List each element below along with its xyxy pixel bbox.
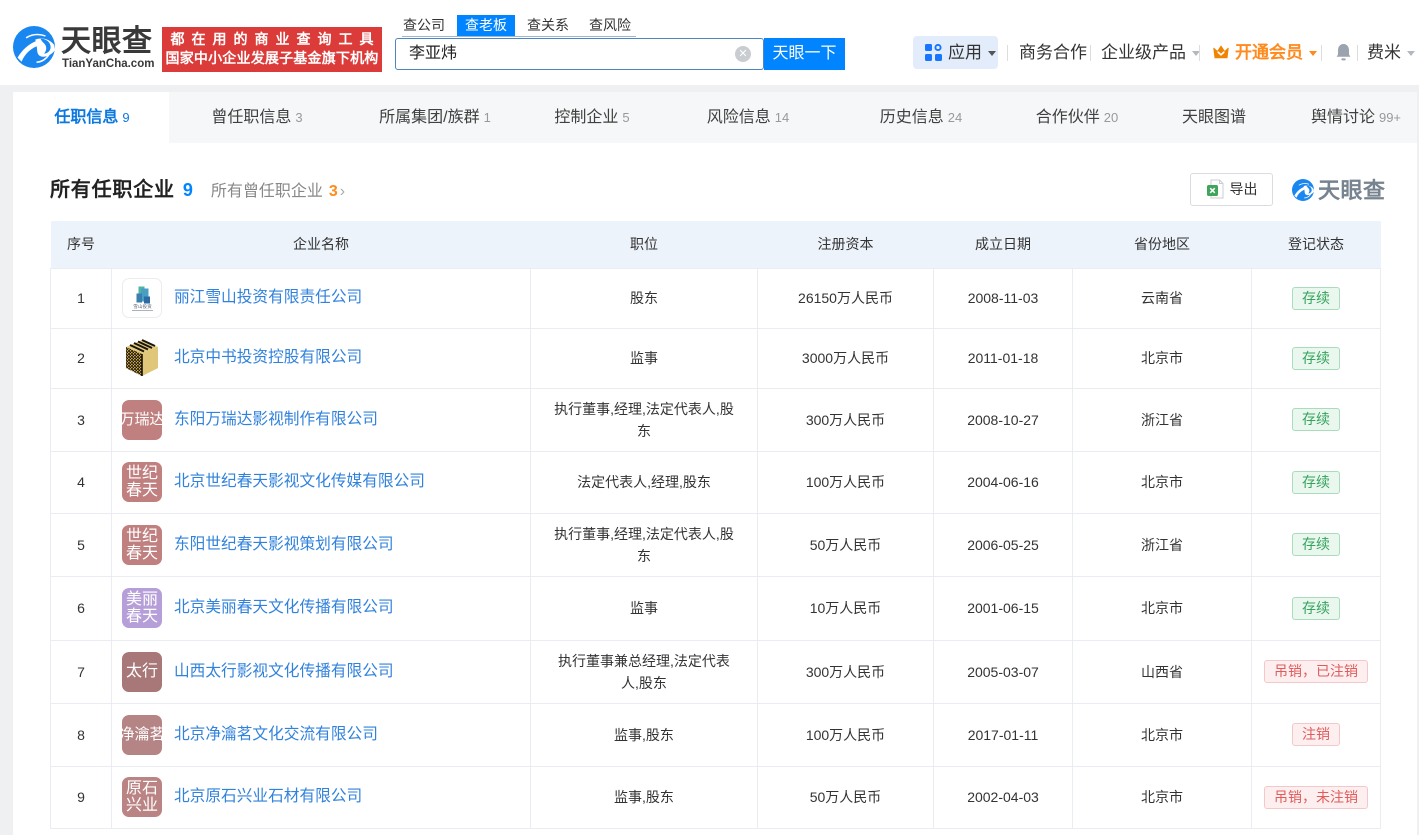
svg-text:雪山投资: 雪山投资	[133, 303, 152, 310]
